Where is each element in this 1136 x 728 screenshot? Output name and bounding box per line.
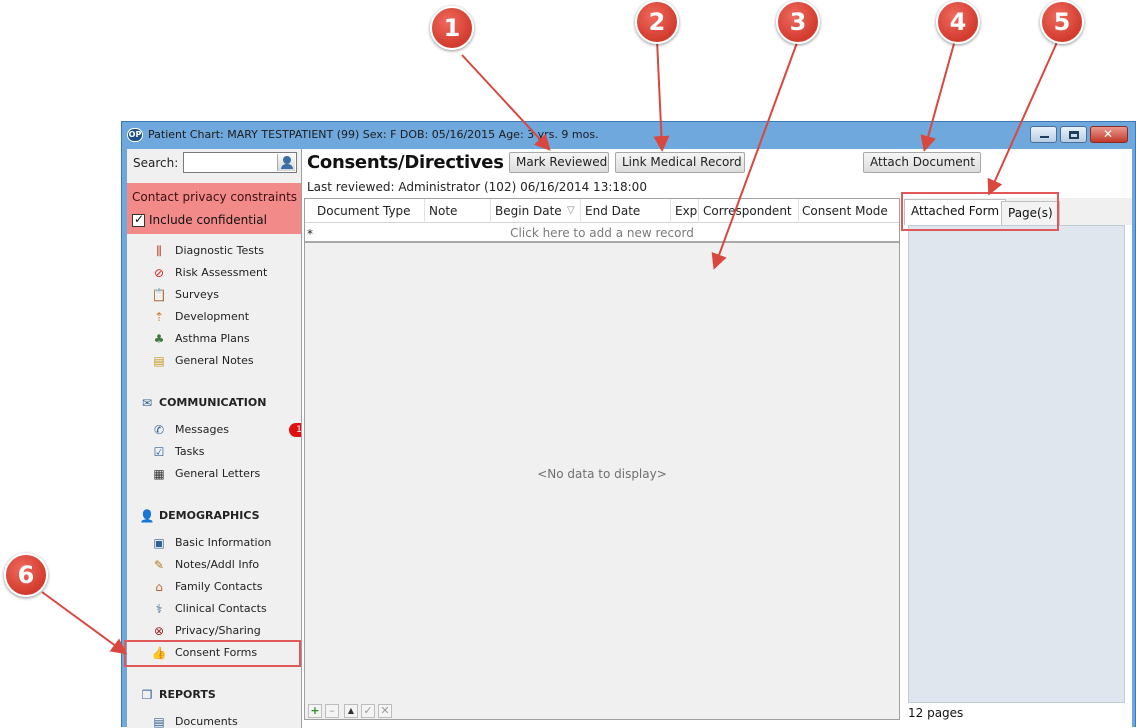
callout-marker-4: 4 (936, 0, 980, 44)
callout-arrow-3 (711, 39, 799, 270)
callout-marker-5: 5 (1040, 0, 1084, 44)
callout-arrow-4 (920, 39, 956, 152)
callout-arrow-6 (41, 591, 128, 655)
callout-marker-1: 1 (430, 6, 474, 50)
callout-arrow-1 (461, 54, 551, 151)
callout-marker-6: 6 (4, 553, 48, 597)
callout-arrows (41, 39, 1059, 655)
callout-marker-3: 3 (776, 0, 820, 44)
callout-arrow-5 (987, 39, 1059, 196)
callout-arrow-2 (653, 39, 670, 152)
callout-marker-2: 2 (635, 0, 679, 44)
